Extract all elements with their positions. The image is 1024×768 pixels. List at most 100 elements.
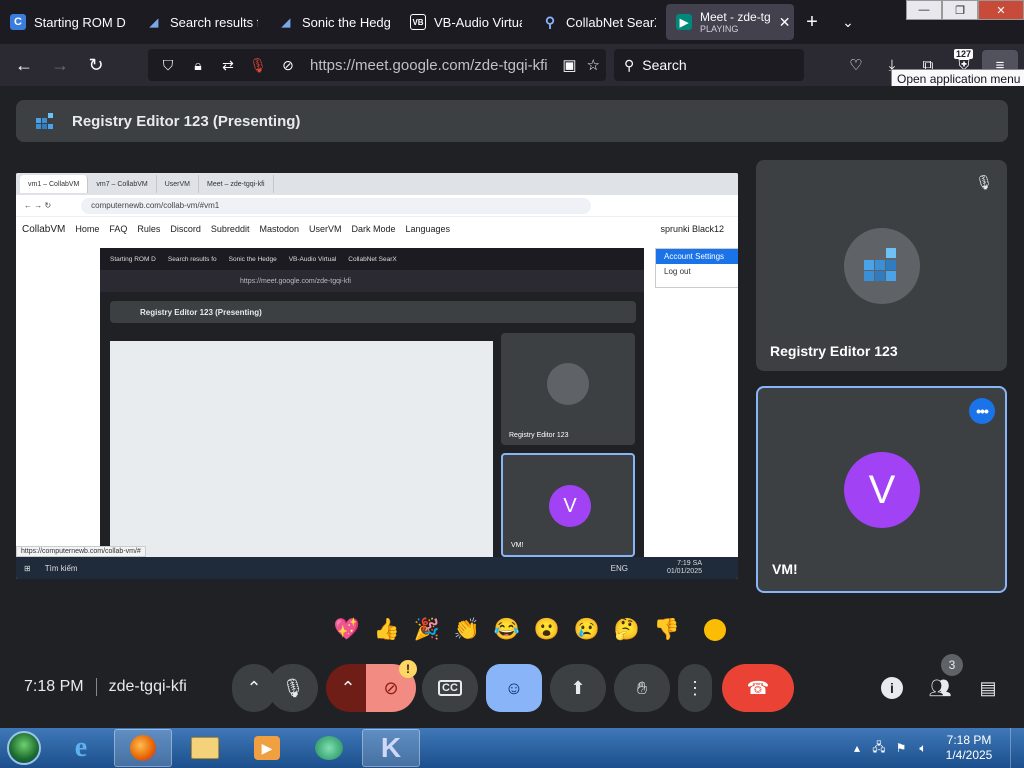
participant-tile[interactable]: 🎙︎ Registry Editor 123 <box>756 160 1007 371</box>
system-clock[interactable]: 7:18 PM 1/4/2025 <box>934 733 1004 763</box>
vm-start-icon: ⊞ <box>24 563 31 573</box>
clock-time: 7:18 PM <box>946 733 992 747</box>
lock-icon[interactable]: 🔒︎ <box>186 57 210 74</box>
search-icon: ⚲ <box>544 13 556 30</box>
vm-presenting-bar: Registry Editor 123 (Presenting) <box>110 301 636 323</box>
collabvm-menu: CollabVM Home FAQ Rules Discord Subreddi… <box>16 217 738 241</box>
more-options-button[interactable]: ⋮ <box>678 664 712 712</box>
search-input[interactable]: ⚲ Search <box>614 49 804 81</box>
reaction-thumbs-up[interactable]: 👍 <box>370 613 404 647</box>
microphone-button[interactable]: 🎙︎ <box>268 664 318 712</box>
autoplay-blocked-icon[interactable]: ⊘ <box>276 57 300 74</box>
meet-page: Registry Editor 123 (Presenting) vm1 – C… <box>0 86 1024 728</box>
internet-explorer-icon[interactable]: e <box>52 729 110 767</box>
window-controls: — ❐ ✕ <box>906 0 1024 20</box>
collabvm-brand: CollabVM <box>22 223 66 235</box>
skin-tone-button[interactable] <box>704 619 726 641</box>
vm-screen: Starting ROM D Search results fo Sonic t… <box>100 248 644 557</box>
tab-title: Starting ROM D <box>34 14 126 30</box>
tab-playing-label: PLAYING <box>700 23 739 34</box>
vm-tab: Starting ROM D <box>110 255 156 263</box>
start-button[interactable] <box>0 728 48 768</box>
registry-cube-icon <box>864 248 896 281</box>
chat-button[interactable]: ▤ <box>966 664 1010 712</box>
tab-title: Meet - zde-tg <box>700 10 771 24</box>
permissions-icon[interactable]: ⇄ <box>216 57 240 74</box>
forward-button[interactable]: → <box>42 49 78 81</box>
camera-warning-badge: ! <box>399 660 417 678</box>
k-app-icon[interactable]: K <box>362 729 420 767</box>
search-placeholder: Search <box>642 57 687 73</box>
browser-tab[interactable]: VB VB-Audio Virtual <box>400 4 532 40</box>
present-screen-button[interactable]: ⬆ <box>550 664 606 712</box>
browser-tab-active[interactable]: ▶ Meet - zde-tg PLAYING ✕ <box>666 4 794 40</box>
volume-icon[interactable]: 🔈︎ <box>912 741 934 756</box>
reaction-party[interactable]: 🎉 <box>410 613 444 647</box>
video-options-chevron-icon[interactable]: ⌃ <box>326 664 370 712</box>
tab-list-chevron-icon[interactable]: ⌄ <box>830 14 866 31</box>
vm-taskbar-clock: 7:19 SA 01/01/2025 <box>667 560 702 576</box>
firefox-icon[interactable] <box>114 729 172 767</box>
meeting-code: zde-tgqi-kfi <box>108 678 187 695</box>
shield-icon[interactable]: ⛉ <box>156 57 180 74</box>
url-bar[interactable]: ⛉ 🔒︎ ⇄ 🎙︎ ⊘ https://meet.google.com/zde-… <box>148 49 606 81</box>
participant-tile-active[interactable]: ••• V VM! <box>756 386 1007 593</box>
shared-tab: UserVM <box>157 175 199 193</box>
windows-orb-icon <box>7 731 41 765</box>
action-center-flag-icon[interactable]: ⚑ <box>890 741 912 755</box>
vm-participant-name: VM! <box>511 542 524 549</box>
collabvm-user: sprunki Black12 <box>660 224 724 234</box>
reaction-thumbs-down[interactable]: 👎 <box>650 613 684 647</box>
sonic-icon: ◢ <box>149 16 159 29</box>
network-icon[interactable]: 🖧︎ <box>868 738 890 759</box>
browser-tab[interactable]: ◢ Sonic the Hedge <box>268 4 400 40</box>
shared-screen[interactable]: vm1 – CollabVM vm7 – CollabVM UserVM Mee… <box>16 173 738 579</box>
browser-tab[interactable]: ◢ Search results fo <box>136 4 268 40</box>
messenger-icon[interactable] <box>300 729 358 767</box>
file-explorer-icon[interactable] <box>176 729 234 767</box>
presenting-title: Registry Editor 123 (Presenting) <box>72 112 301 130</box>
picture-in-picture-icon[interactable]: ▣ <box>562 56 576 74</box>
vm-tab: CollabNet SearX <box>348 255 397 263</box>
show-hidden-icons[interactable]: ▴ <box>846 741 868 755</box>
sonic-icon: ◢ <box>281 16 291 29</box>
media-player-icon[interactable]: ▶ <box>238 729 296 767</box>
back-button[interactable]: ← <box>6 49 42 81</box>
browser-tab[interactable]: ⚲ CollabNet SearX <box>532 4 666 40</box>
reaction-laugh[interactable]: 😂 <box>490 613 524 647</box>
show-desktop-button[interactable] <box>1010 728 1024 768</box>
maximize-button[interactable]: ❐ <box>942 0 978 20</box>
tab-title: VB-Audio Virtual <box>434 14 522 30</box>
vm-participant-tile: V VM! <box>501 453 635 557</box>
reactions-button[interactable]: ☺ <box>486 664 542 712</box>
url-text[interactable]: https://meet.google.com/zde-tgqi-kfi <box>310 57 548 74</box>
captions-button[interactable]: CC <box>422 664 478 712</box>
reaction-thinking[interactable]: 🤔 <box>610 613 644 647</box>
reload-button[interactable]: ↻ <box>78 49 114 81</box>
window-close-button[interactable]: ✕ <box>978 0 1024 20</box>
vm-time: 7:19 SA <box>677 560 702 567</box>
reaction-heart[interactable]: 💖 <box>330 613 364 647</box>
menu-home: Home <box>75 224 100 234</box>
new-tab-button[interactable]: + <box>794 11 830 34</box>
reaction-surprised[interactable]: 😮 <box>530 613 564 647</box>
divider <box>95 678 97 696</box>
registry-cube-icon <box>36 113 53 129</box>
bookmark-star-icon[interactable]: ☆ <box>587 56 600 74</box>
status-url: https://computernewb.com/collab-vm/# <box>16 546 146 557</box>
tab-title: Sonic the Hedge <box>302 14 390 30</box>
microphone-permission-icon[interactable]: 🎙︎ <box>246 57 270 74</box>
vm-browser-tabs: Starting ROM D Search results fo Sonic t… <box>100 248 644 270</box>
leave-call-button[interactable]: ☎ <box>722 664 794 712</box>
browser-tab[interactable]: C Starting ROM D <box>0 4 136 40</box>
shared-browser-tabs: vm1 – CollabVM vm7 – CollabVM UserVM Mee… <box>16 173 738 195</box>
reaction-sad[interactable]: 😢 <box>570 613 604 647</box>
close-tab-icon[interactable]: ✕ <box>779 14 791 31</box>
more-options-icon[interactable]: ••• <box>969 398 995 424</box>
pocket-icon[interactable]: ♡ <box>838 56 874 74</box>
raise-hand-button[interactable]: ✋︎ <box>614 664 670 712</box>
menu-rules: Rules <box>137 224 161 234</box>
meeting-details-button[interactable]: i <box>870 664 914 712</box>
minimize-button[interactable]: — <box>906 0 942 20</box>
reaction-clap[interactable]: 👏 <box>450 613 484 647</box>
